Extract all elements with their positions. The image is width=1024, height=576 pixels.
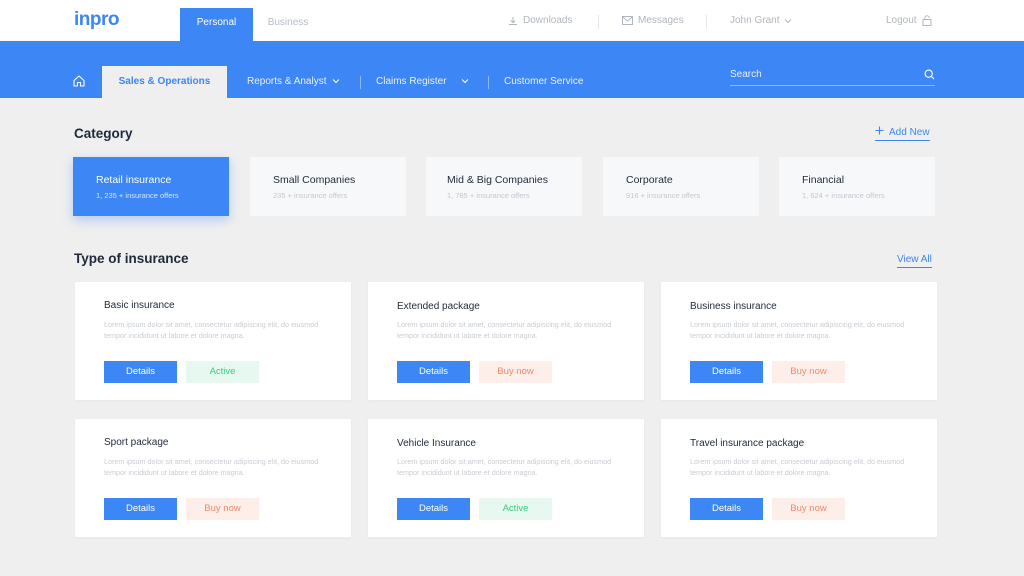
active-status-button[interactable]: Active	[479, 498, 552, 520]
category-card-title: Financial	[802, 174, 845, 186]
insurance-card-title: Extended package	[397, 301, 480, 312]
category-card[interactable]: Small Companies 235 + insurance offers	[250, 157, 406, 216]
insurance-card: Vehicle Insurance Lorem ipsum dolor sit …	[368, 419, 644, 537]
downloads-label: Downloads	[523, 15, 573, 26]
category-card-subtitle: 1, 624 + insurance offers	[802, 191, 885, 200]
insurance-card-description: Lorem ipsum dolor sit amet, consectetur …	[690, 320, 905, 340]
view-all-link[interactable]: View All	[897, 254, 932, 268]
buy-now-button[interactable]: Buy now	[772, 498, 845, 520]
search-box	[730, 66, 935, 86]
buy-now-button[interactable]: Buy now	[479, 361, 552, 383]
details-button[interactable]: Details	[397, 498, 470, 520]
tab-business[interactable]: Business	[255, 8, 321, 41]
details-button[interactable]: Details	[690, 361, 763, 383]
category-card-title: Retail insurance	[96, 174, 172, 186]
nav-claims[interactable]: Claims Register	[376, 76, 469, 87]
buy-now-button[interactable]: Buy now	[186, 498, 259, 520]
nav-reports[interactable]: Reports & Analyst	[247, 76, 340, 87]
mail-icon	[622, 16, 633, 25]
insurance-card-title: Business insurance	[690, 301, 777, 312]
category-card[interactable]: Financial 1, 624 + insurance offers	[779, 157, 935, 216]
top-bar: inpro Personal Business Downloads Messag…	[0, 0, 1024, 41]
chevron-down-icon	[461, 76, 469, 87]
divider	[488, 76, 489, 89]
insurance-card: Extended package Lorem ipsum dolor sit a…	[368, 282, 644, 400]
user-menu[interactable]: John Grant	[730, 15, 792, 26]
user-name: John Grant	[730, 15, 780, 26]
insurance-card-title: Basic insurance	[104, 300, 175, 311]
view-all-label: View All	[897, 254, 932, 265]
chevron-down-icon	[332, 76, 340, 87]
nav-customer-service[interactable]: Customer Service	[504, 76, 583, 87]
category-card-subtitle: 916 + insurance offers	[626, 191, 701, 200]
logout-link[interactable]: Logout	[886, 15, 932, 26]
details-button[interactable]: Details	[104, 498, 177, 520]
insurance-card-title: Sport package	[104, 437, 169, 448]
category-card-title: Small Companies	[273, 174, 356, 186]
active-status-button[interactable]: Active	[186, 361, 259, 383]
divider	[598, 15, 599, 29]
download-icon	[508, 16, 518, 26]
logout-label: Logout	[886, 15, 917, 26]
insurance-card: Basic insurance Lorem ipsum dolor sit am…	[75, 282, 351, 400]
insurance-card: Travel insurance package Lorem ipsum dol…	[661, 419, 937, 537]
category-card[interactable]: Retail insurance 1, 235 + insurance offe…	[73, 157, 229, 216]
details-button[interactable]: Details	[104, 361, 177, 383]
buy-now-button[interactable]: Buy now	[772, 361, 845, 383]
nav-claims-label: Claims Register	[376, 76, 447, 87]
divider	[706, 15, 707, 29]
category-card-title: Mid & Big Companies	[447, 174, 548, 186]
insurance-card-description: Lorem ipsum dolor sit amet, consectetur …	[397, 320, 612, 340]
category-card[interactable]: Mid & Big Companies 1, 785 + insurance o…	[426, 157, 582, 216]
insurance-card-description: Lorem ipsum dolor sit amet, consectetur …	[104, 320, 319, 340]
nav-sales-operations[interactable]: Sales & Operations	[102, 66, 227, 98]
insurance-title: Type of insurance	[74, 251, 189, 266]
divider	[360, 76, 361, 89]
insurance-card: Business insurance Lorem ipsum dolor sit…	[661, 282, 937, 400]
search-icon[interactable]	[924, 67, 935, 85]
downloads-link[interactable]: Downloads	[508, 15, 572, 26]
nav-customer-service-label: Customer Service	[504, 76, 584, 87]
insurance-card-title: Vehicle Insurance	[397, 438, 476, 449]
messages-link[interactable]: Messages	[622, 15, 684, 26]
lock-icon	[922, 15, 932, 26]
logo[interactable]: inpro	[74, 9, 120, 31]
home-icon[interactable]	[72, 74, 88, 90]
insurance-card-description: Lorem ipsum dolor sit amet, consectetur …	[690, 457, 905, 477]
messages-label: Messages	[638, 15, 684, 26]
details-button[interactable]: Details	[690, 498, 763, 520]
chevron-down-icon	[784, 18, 792, 24]
category-card-subtitle: 235 + insurance offers	[273, 191, 348, 200]
add-new-label: Add New	[889, 126, 930, 138]
nav-reports-label: Reports & Analyst	[247, 76, 327, 87]
main-nav: Sales & Operations Reports & Analyst Cla…	[0, 41, 1024, 98]
add-new-button[interactable]: Add New	[875, 126, 930, 141]
category-card[interactable]: Corporate 916 + insurance offers	[603, 157, 759, 216]
search-input[interactable]	[730, 66, 915, 82]
category-card-title: Corporate	[626, 174, 673, 186]
insurance-card-title: Travel insurance package	[690, 438, 805, 449]
insurance-card-description: Lorem ipsum dolor sit amet, consectetur …	[397, 457, 612, 477]
tab-personal[interactable]: Personal	[180, 8, 253, 41]
category-title: Category	[74, 126, 133, 141]
insurance-card: Sport package Lorem ipsum dolor sit amet…	[75, 419, 351, 537]
category-card-subtitle: 1, 785 + insurance offers	[447, 191, 530, 200]
details-button[interactable]: Details	[397, 361, 470, 383]
plus-icon	[875, 126, 884, 138]
insurance-card-description: Lorem ipsum dolor sit amet, consectetur …	[104, 457, 319, 477]
category-card-subtitle: 1, 235 + insurance offers	[96, 191, 179, 200]
